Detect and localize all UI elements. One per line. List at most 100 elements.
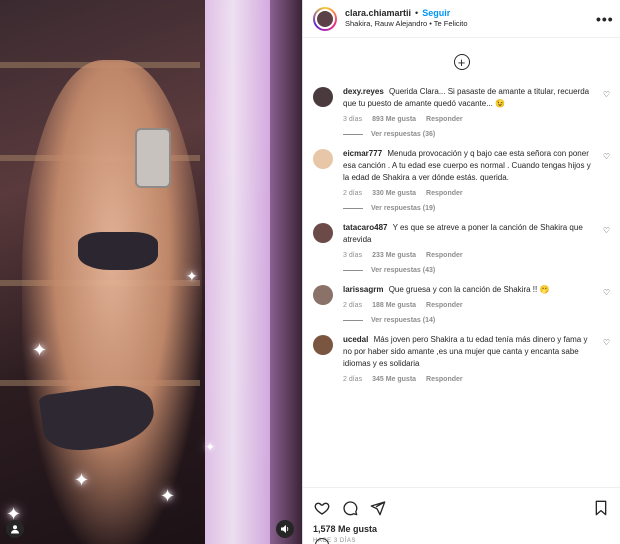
comment-text-block: eicmar777 Menuda provocación y q bajo ca…: [343, 148, 594, 184]
comment-text-block: ucedal Más joven pero Shakira a tu edad …: [343, 334, 594, 370]
comment-item: eicmar777 Menuda provocación y q bajo ca…: [313, 148, 610, 197]
commenter-username[interactable]: tatacaro487: [343, 223, 387, 232]
view-replies-label: Ver respuestas (36): [371, 131, 436, 138]
comment-time: 3 días: [343, 116, 363, 123]
load-more-row: +: [303, 38, 620, 86]
speaker-icon[interactable]: [276, 520, 294, 538]
comment-like-heart-icon[interactable]: ♡: [603, 338, 610, 347]
follow-button[interactable]: Seguir: [422, 8, 450, 19]
share-icon[interactable]: [369, 499, 387, 517]
post-actions: 1,578 Me gusta HACE 3 DÍAS: [303, 487, 620, 544]
user-tag-icon[interactable]: [6, 520, 24, 538]
commenter-username[interactable]: eicmar777: [343, 149, 382, 158]
commenter-avatar[interactable]: [313, 223, 333, 243]
comment-likes[interactable]: 893 Me gusta: [372, 116, 416, 123]
sparkle-icon: ✦: [74, 470, 90, 490]
comment-body: dexy.reyes Querida Clara... Si pasaste d…: [343, 86, 610, 123]
view-replies-button[interactable]: Ver respuestas (36): [343, 131, 610, 138]
post-image[interactable]: ✦ ✦ ✦ ✦ ✦ ✦: [0, 0, 302, 544]
reply-button[interactable]: Responder: [426, 302, 463, 309]
comment-meta: 3 días 233 Me gusta Responder: [343, 252, 594, 259]
reply-button[interactable]: Responder: [426, 116, 463, 123]
comment-meta: 3 días 893 Me gusta Responder: [343, 116, 594, 123]
reply-button[interactable]: Responder: [426, 190, 463, 197]
reply-button[interactable]: Responder: [426, 376, 463, 383]
comment-item: tatacaro487 Y es que se atreve a poner l…: [313, 222, 610, 259]
header-line: clara.chiamartii • Seguir: [345, 8, 596, 19]
replies-line: [343, 208, 363, 209]
door-frame: [270, 0, 302, 544]
audio-track-link[interactable]: Shakira, Rauw Alejandro • Te Felicito: [345, 19, 596, 28]
comment-like-heart-icon[interactable]: ♡: [603, 152, 610, 161]
likes-count[interactable]: 1,578 Me gusta: [313, 524, 610, 534]
replies-line: [343, 270, 363, 271]
post-header: clara.chiamartii • Seguir Shakira, Rauw …: [303, 0, 620, 38]
view-replies-label: Ver respuestas (14): [371, 317, 436, 324]
plus-glyph: +: [457, 54, 466, 70]
phone: [135, 128, 171, 188]
load-more-comments-icon[interactable]: +: [453, 54, 470, 70]
comment-likes[interactable]: 233 Me gusta: [372, 252, 416, 259]
comment-like-heart-icon[interactable]: ♡: [603, 90, 610, 99]
heart-icon[interactable]: [313, 499, 331, 517]
post-timestamp: HACE 3 DÍAS: [313, 538, 356, 544]
view-replies-button[interactable]: Ver respuestas (43): [343, 267, 610, 274]
commenter-avatar[interactable]: [313, 285, 333, 305]
comment-text-block: larissagrm Que gruesa y con la canción d…: [343, 284, 594, 296]
view-replies-label: Ver respuestas (19): [371, 205, 436, 212]
comment-time: 3 días: [343, 252, 363, 259]
sparkle-icon: ✦: [205, 440, 216, 454]
commenter-avatar[interactable]: [313, 149, 333, 169]
replies-line: [343, 134, 363, 135]
view-replies-button[interactable]: Ver respuestas (14): [343, 317, 610, 324]
view-replies-button[interactable]: Ver respuestas (19): [343, 205, 610, 212]
comment-meta: 2 días 188 Me gusta Responder: [343, 302, 594, 309]
commenter-username[interactable]: larissagrm: [343, 285, 383, 294]
comment-item: larissagrm Que gruesa y con la canción d…: [313, 284, 610, 309]
comment-item: ucedal Más joven pero Shakira a tu edad …: [313, 334, 610, 383]
replies-line: [343, 320, 363, 321]
comment-text: Que gruesa y con la canción de Shakira !…: [388, 285, 550, 294]
reply-button[interactable]: Responder: [426, 252, 463, 259]
comment-meta: 2 días 345 Me gusta Responder: [343, 376, 594, 383]
comment-likes[interactable]: 345 Me gusta: [372, 376, 416, 383]
username-link[interactable]: clara.chiamartii: [345, 8, 411, 19]
avatar[interactable]: [313, 6, 337, 31]
comment-text-block: dexy.reyes Querida Clara... Si pasaste d…: [343, 86, 594, 110]
comment-time: 2 días: [343, 190, 363, 197]
comment-time: 2 días: [343, 302, 363, 309]
action-icons-row: [313, 494, 610, 522]
sparkle-icon: ✦: [186, 268, 198, 284]
door-light: [205, 0, 275, 544]
header-text: clara.chiamartii • Seguir Shakira, Rauw …: [345, 8, 596, 29]
person-figure: [22, 60, 202, 544]
comment-likes[interactable]: 188 Me gusta: [372, 302, 416, 309]
separator-dot: •: [415, 8, 419, 19]
comment-like-heart-icon[interactable]: ♡: [603, 226, 610, 235]
comment-body: larissagrm Que gruesa y con la canción d…: [343, 284, 610, 309]
instagram-post: ✦ ✦ ✦ ✦ ✦ ✦ clara.chiamartii • Seguir Sh…: [0, 0, 620, 544]
comment-text-block: tatacaro487 Y es que se atreve a poner l…: [343, 222, 594, 246]
comment-body: eicmar777 Menuda provocación y q bajo ca…: [343, 148, 610, 197]
sparkle-icon: ✦: [160, 486, 176, 506]
avatar-image: [315, 8, 335, 29]
commenter-avatar[interactable]: [313, 87, 333, 107]
comment-meta: 2 días 330 Me gusta Responder: [343, 190, 594, 197]
bookmark-icon[interactable]: [592, 499, 610, 517]
comment-likes[interactable]: 330 Me gusta: [372, 190, 416, 197]
sparkle-icon: ✦: [32, 340, 48, 360]
view-replies-label: Ver respuestas (43): [371, 267, 436, 274]
commenter-avatar[interactable]: [313, 335, 333, 355]
commenter-username[interactable]: ucedal: [343, 335, 368, 344]
comment-icon[interactable]: [341, 499, 359, 517]
comments-list: dexy.reyes Querida Clara... Si pasaste d…: [303, 86, 620, 487]
swimsuit-top: [78, 232, 158, 270]
comment-body: tatacaro487 Y es que se atreve a poner l…: [343, 222, 610, 259]
comment-body: ucedal Más joven pero Shakira a tu edad …: [343, 334, 610, 383]
comment-time: 2 días: [343, 376, 363, 383]
more-options-icon[interactable]: •••: [596, 11, 613, 27]
comment-text: Más joven pero Shakira a tu edad tenía m…: [343, 335, 588, 368]
commenter-username[interactable]: dexy.reyes: [343, 87, 384, 96]
comment-like-heart-icon[interactable]: ♡: [603, 288, 610, 297]
comment-item: dexy.reyes Querida Clara... Si pasaste d…: [313, 86, 610, 123]
